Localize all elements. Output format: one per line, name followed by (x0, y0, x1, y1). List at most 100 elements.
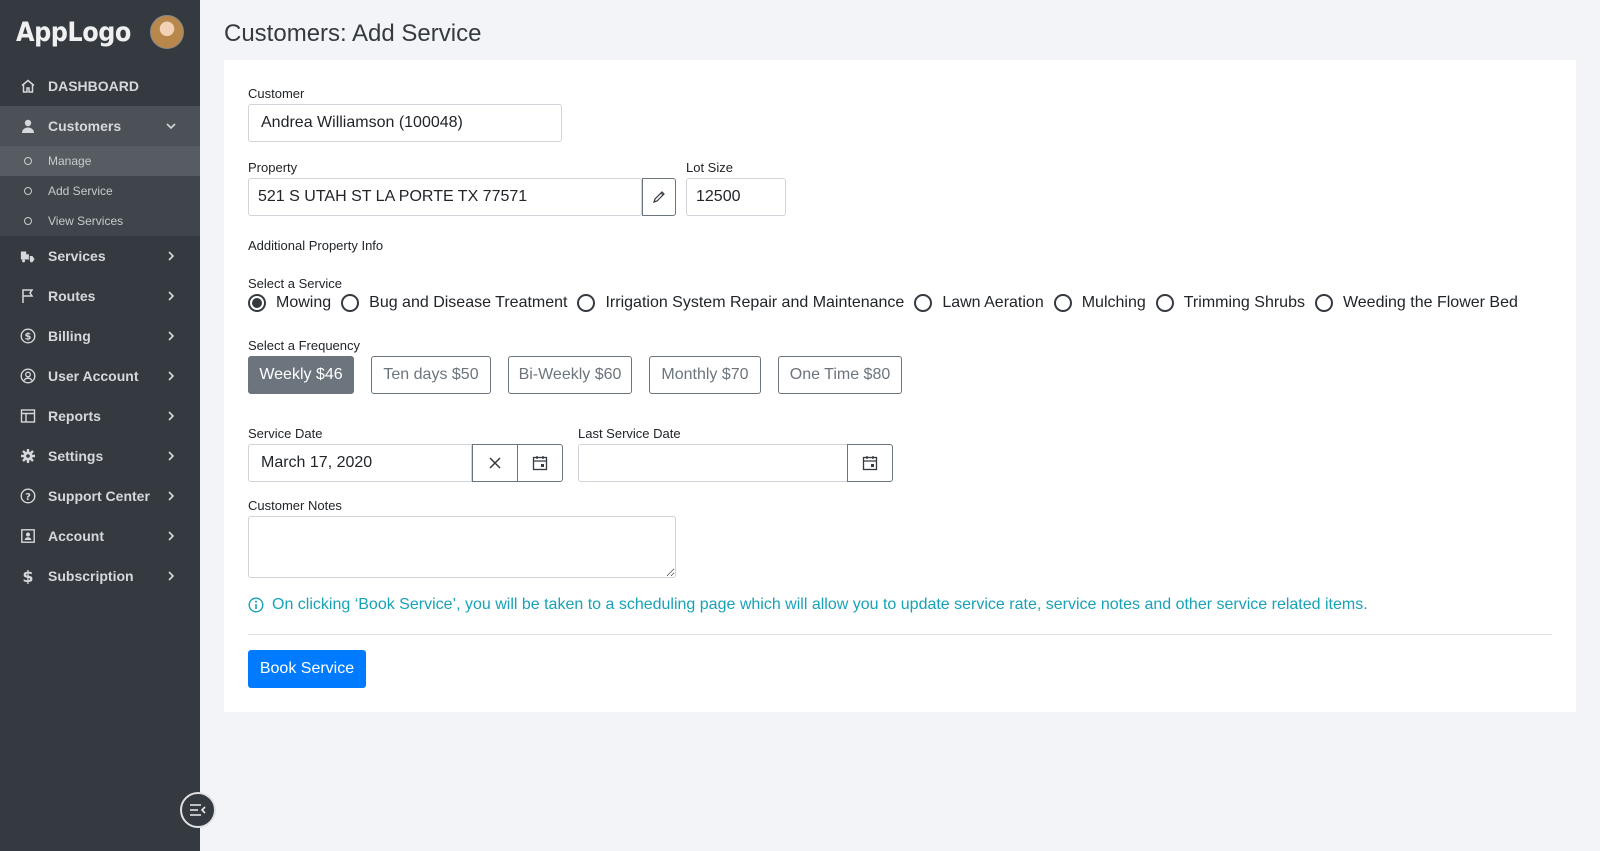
sidebar-item-label: Services (48, 248, 106, 264)
customer-field[interactable]: Andrea Williamson (100048) (248, 104, 562, 142)
book-service-button[interactable]: Book Service (248, 650, 366, 688)
additional-property-info-label[interactable]: Additional Property Info (248, 238, 383, 253)
user-avatar[interactable] (150, 15, 184, 49)
user-circle-icon (20, 368, 36, 384)
circle-icon (24, 217, 32, 225)
sidebar-item-label: Customers (48, 118, 122, 134)
service-option-bug-disease[interactable]: Bug and Disease Treatment (341, 294, 567, 312)
select-service-label: Select a Service (248, 276, 342, 291)
service-option-lawn-aeration[interactable]: Lawn Aeration (914, 294, 1044, 312)
dollar-circle-icon: $ (20, 328, 36, 344)
frequency-ten-days-button[interactable]: Ten days $50 (371, 356, 491, 394)
svg-text:$: $ (25, 332, 32, 343)
radio-unchecked-icon (341, 294, 360, 312)
sidebar-item-reports[interactable]: Reports (0, 396, 200, 436)
sidebar-item-billing[interactable]: $ Billing (0, 316, 200, 356)
sidebar: AppLogo DASHBOARD Customers Manage Add S… (0, 0, 200, 851)
user-icon (20, 118, 36, 134)
customer-notes-textarea[interactable] (248, 516, 676, 578)
sidebar-subitem-manage[interactable]: Manage (0, 146, 200, 176)
lot-size-field[interactable]: 12500 (686, 178, 786, 216)
last-service-date-field[interactable] (578, 444, 848, 482)
service-radio-group: Mowing Bug and Disease Treatment Irrigat… (248, 294, 1528, 312)
service-date-field[interactable]: March 17, 2020 (248, 444, 472, 482)
divider (248, 634, 1552, 635)
info-icon (248, 597, 264, 613)
pencil-icon (653, 191, 665, 203)
radio-label: Weeding the Flower Bed (1342, 294, 1518, 311)
radio-label: Bug and Disease Treatment (369, 294, 568, 311)
chevron-right-icon (168, 291, 175, 301)
chevron-right-icon (168, 251, 175, 261)
radio-label: Mulching (1081, 294, 1146, 311)
home-icon (20, 78, 36, 94)
radio-label: Mowing (276, 294, 332, 311)
add-service-form: Customer Andrea Williamson (100048) Prop… (224, 60, 1576, 712)
sidebar-item-label: DASHBOARD (48, 78, 139, 94)
svg-text:?: ? (25, 492, 31, 503)
calendar-icon (532, 456, 548, 471)
frequency-one-time-button[interactable]: One Time $80 (778, 356, 902, 394)
flag-icon (20, 288, 36, 304)
circle-icon (24, 187, 32, 195)
chevron-right-icon (168, 491, 175, 501)
sidebar-collapse-button[interactable] (180, 792, 216, 828)
frequency-weekly-button[interactable]: Weekly $46 (248, 356, 354, 394)
service-option-weeding[interactable]: Weeding the Flower Bed (1314, 294, 1518, 312)
edit-property-button[interactable] (642, 178, 676, 216)
frequency-monthly-button[interactable]: Monthly $70 (649, 356, 761, 394)
sidebar-item-label: Settings (48, 448, 104, 464)
chevron-right-icon (168, 451, 175, 461)
customers-submenu: Manage Add Service View Services (0, 146, 200, 236)
frequency-bi-weekly-button[interactable]: Bi-Weekly $60 (508, 356, 632, 394)
sidebar-item-label: Routes (48, 288, 96, 304)
sidebar-item-routes[interactable]: Routes (0, 276, 200, 316)
sidebar-item-customers[interactable]: Customers (0, 106, 200, 146)
sidebar-subitem-label: Manage (48, 154, 92, 168)
radio-label: Irrigation System Repair and Maintenance (605, 294, 905, 311)
radio-unchecked-icon (914, 294, 933, 312)
sidebar-item-label: Support Center (48, 488, 150, 504)
table-icon (20, 408, 36, 424)
sidebar-item-dashboard[interactable]: DASHBOARD (0, 66, 200, 106)
radio-unchecked-icon (577, 294, 596, 312)
info-text: On clicking ‘Book Service’, you will be … (272, 596, 1368, 613)
page-title: Customers: Add Service (224, 20, 482, 47)
chevron-down-icon (166, 123, 176, 130)
service-option-irrigation[interactable]: Irrigation System Repair and Maintenance (577, 294, 904, 312)
service-date-calendar-button[interactable] (517, 444, 563, 482)
service-option-mulching[interactable]: Mulching (1053, 294, 1146, 312)
clear-date-button[interactable] (472, 444, 518, 482)
sidebar-item-label: Reports (48, 408, 101, 424)
calendar-icon (862, 456, 878, 471)
chevron-right-icon (168, 331, 175, 341)
service-option-mowing[interactable]: Mowing (248, 294, 331, 312)
svg-text:$: $ (22, 568, 33, 584)
sidebar-item-label: User Account (48, 368, 139, 384)
booking-info-message: On clicking ‘Book Service’, you will be … (248, 596, 1368, 614)
sidebar-item-services[interactable]: Services (0, 236, 200, 276)
service-date-label: Service Date (248, 426, 323, 441)
id-card-icon (20, 528, 36, 544)
sidebar-item-subscription[interactable]: $ Subscription (0, 556, 200, 596)
dollar-icon: $ (20, 568, 36, 584)
sidebar-item-support-center[interactable]: ? Support Center (0, 476, 200, 516)
last-service-date-calendar-button[interactable] (847, 444, 893, 482)
sidebar-item-account[interactable]: Account (0, 516, 200, 556)
sidebar-subitem-label: Add Service (48, 184, 113, 198)
customer-label: Customer (248, 86, 305, 101)
close-icon (489, 457, 501, 469)
property-field[interactable]: 521 S UTAH ST LA PORTE TX 77571 (248, 178, 642, 216)
service-option-trimming-shrubs[interactable]: Trimming Shrubs (1155, 294, 1305, 312)
sidebar-subitem-view-services[interactable]: View Services (0, 206, 200, 236)
circle-icon (24, 157, 32, 165)
radio-label: Lawn Aeration (942, 294, 1044, 311)
radio-label: Trimming Shrubs (1183, 294, 1305, 311)
sidebar-item-settings[interactable]: Settings (0, 436, 200, 476)
help-circle-icon: ? (20, 488, 36, 504)
brand: AppLogo (0, 0, 200, 64)
sidebar-subitem-add-service[interactable]: Add Service (0, 176, 200, 206)
sidebar-item-user-account[interactable]: User Account (0, 356, 200, 396)
app-logo[interactable]: AppLogo (16, 17, 131, 48)
sidebar-item-label: Billing (48, 328, 91, 344)
